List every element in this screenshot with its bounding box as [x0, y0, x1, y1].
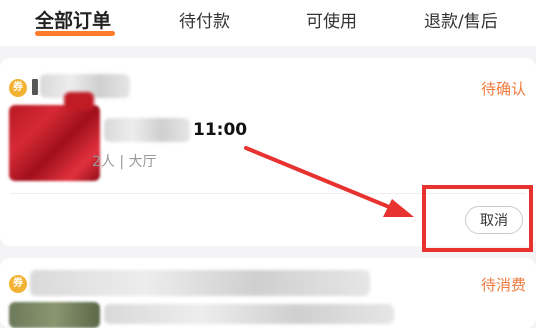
shop-thumbnail — [9, 105, 100, 181]
order-status: 待消费 — [481, 276, 527, 294]
annotation-highlight-box — [422, 185, 533, 252]
tab-all-orders[interactable]: 全部订单 — [35, 9, 111, 33]
shop-name-redacted — [30, 270, 370, 296]
booking-date-redacted — [104, 118, 190, 142]
tab-pending-payment[interactable]: 待付款 — [179, 10, 230, 34]
tab-refund-aftersale[interactable]: 退款/售后 — [424, 10, 498, 34]
thumbnail-overlap — [64, 92, 94, 110]
shop-thumbnail — [9, 302, 100, 328]
booking-time: 11:00 — [193, 120, 248, 140]
order-status: 待确认 — [481, 80, 527, 98]
shop-name-fragment — [32, 79, 38, 95]
booking-meta: 2人 | 大厅 — [92, 154, 157, 170]
coupon-icon: 券 — [9, 79, 27, 97]
order-detail-redacted — [104, 304, 394, 324]
active-tab-underline — [35, 31, 115, 36]
order-card[interactable]: 券 待消费 — [0, 258, 536, 328]
coupon-icon: 券 — [9, 275, 27, 293]
order-tab-bar: 全部订单 待付款 可使用 退款/售后 — [0, 0, 536, 46]
tab-usable[interactable]: 可使用 — [306, 10, 357, 34]
